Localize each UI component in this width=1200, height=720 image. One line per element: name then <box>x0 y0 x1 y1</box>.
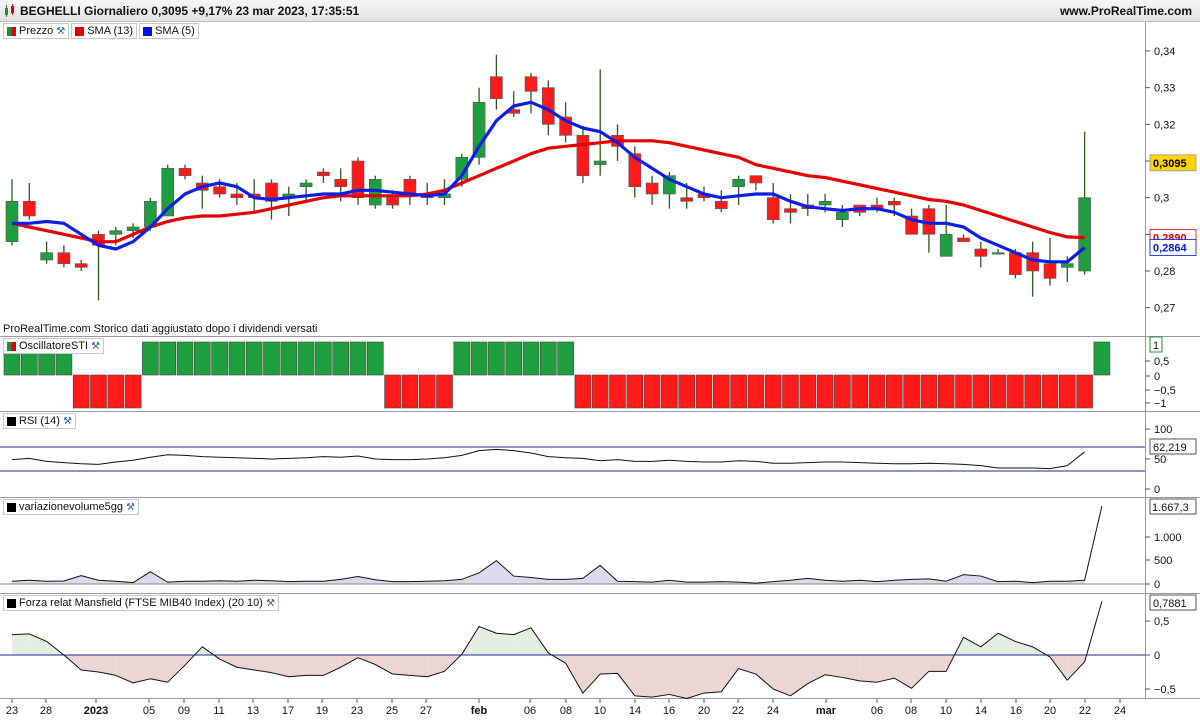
x-axis-label: 23 <box>6 705 18 717</box>
site-link[interactable]: www.ProRealTime.com <box>1060 4 1192 18</box>
x-axis-label: 08 <box>560 705 572 717</box>
legend-label: SMA (13) <box>87 25 134 37</box>
x-axis-label: 22 <box>732 705 744 717</box>
wrench-icon[interactable]: ⚒ <box>266 598 275 609</box>
color-swatch <box>75 26 85 36</box>
volume-pane[interactable] <box>0 498 1145 594</box>
legend-prezzo[interactable]: Prezzo ⚒ <box>3 23 70 39</box>
legend-mansfield[interactable]: Forza relat Mansfield (FTSE MIB40 Index)… <box>3 595 279 611</box>
x-axis-label: 05 <box>143 705 155 717</box>
x-axis-label: 2023 <box>84 705 108 717</box>
x-axis-label: 10 <box>594 705 606 717</box>
rsi-axis[interactable] <box>1145 412 1200 498</box>
prorealtime-window: BEGHELLI Giornaliero 0,3095 +9,17% 23 ma… <box>0 0 1200 720</box>
title-bar: BEGHELLI Giornaliero 0,3095 +9,17% 23 ma… <box>0 0 1200 22</box>
wrench-icon[interactable]: ⚒ <box>91 341 100 352</box>
sti-axis[interactable] <box>1145 337 1200 412</box>
x-axis-label: 09 <box>178 705 190 717</box>
x-axis-label: 08 <box>905 705 917 717</box>
x-axis-label: 17 <box>282 705 294 717</box>
legend-rsi[interactable]: RSI (14) ⚒ <box>3 413 76 429</box>
price-pane[interactable] <box>0 22 1145 337</box>
x-axis-label: 13 <box>247 705 259 717</box>
x-axis-label: 20 <box>1044 705 1056 717</box>
volume-axis[interactable] <box>1145 498 1200 594</box>
wrench-icon[interactable]: ⚒ <box>56 26 65 37</box>
color-swatch <box>143 26 153 36</box>
sti-legend: OscillatoreSTI ⚒ <box>3 338 106 354</box>
legend-label: variazionevolume5gg <box>19 501 123 513</box>
legend-label: RSI (14) <box>19 415 60 427</box>
wrench-icon[interactable]: ⚒ <box>63 416 72 427</box>
mansfield-axis[interactable] <box>1145 594 1200 699</box>
x-axis-label: 14 <box>975 705 987 717</box>
legend-label: Prezzo <box>19 25 54 37</box>
x-axis-label: 23 <box>351 705 363 717</box>
x-axis-label: 14 <box>629 705 641 717</box>
x-axis-label: feb <box>471 705 488 717</box>
legend-label: SMA (5) <box>155 25 195 37</box>
x-axis-label: 24 <box>1114 705 1126 717</box>
rsi-pane[interactable] <box>0 412 1145 498</box>
chart-title: BEGHELLI Giornaliero 0,3095 +9,17% 23 ma… <box>20 4 360 18</box>
x-axis-label: 16 <box>1010 705 1022 717</box>
sti-pane[interactable] <box>0 337 1145 412</box>
legend-sma5[interactable]: SMA (5) <box>139 23 199 39</box>
x-axis-label: 10 <box>940 705 952 717</box>
legend-volume[interactable]: variazionevolume5gg ⚒ <box>3 499 139 515</box>
x-axis-label: 22 <box>1079 705 1091 717</box>
volume-legend: variazionevolume5gg ⚒ <box>3 499 141 515</box>
x-axis-label: 16 <box>663 705 675 717</box>
candles-icon <box>7 341 16 351</box>
candles-icon <box>7 26 16 36</box>
x-axis-label: 06 <box>524 705 536 717</box>
x-axis-label: 20 <box>698 705 710 717</box>
rsi-legend: RSI (14) ⚒ <box>3 413 78 429</box>
color-swatch <box>7 416 16 426</box>
x-axis-label: 11 <box>213 705 224 717</box>
x-axis-label: 27 <box>420 705 432 717</box>
price-axis[interactable] <box>1145 22 1200 337</box>
x-axis-label: 06 <box>871 705 883 717</box>
legend-sti[interactable]: OscillatoreSTI ⚒ <box>3 338 105 354</box>
color-swatch <box>7 598 16 608</box>
x-axis-label: mar <box>816 705 837 717</box>
x-axis-label: 19 <box>316 705 328 717</box>
color-swatch <box>7 502 16 512</box>
x-axis-label: 24 <box>767 705 779 717</box>
mansfield-legend: Forza relat Mansfield (FTSE MIB40 Index)… <box>3 595 281 611</box>
legend-label: OscillatoreSTI <box>19 340 89 352</box>
wrench-icon[interactable]: ⚒ <box>126 502 135 513</box>
price-legend: Prezzo ⚒ SMA (13) SMA (5) <box>3 23 201 39</box>
candles-icon <box>5 4 14 17</box>
x-axis-label: 25 <box>386 705 398 717</box>
legend-label: Forza relat Mansfield (FTSE MIB40 Index)… <box>19 597 263 609</box>
footnote: ProRealTime.com Storico dati aggiustato … <box>3 323 318 335</box>
x-axis-label: 28 <box>40 705 52 717</box>
legend-sma13[interactable]: SMA (13) <box>71 23 138 39</box>
